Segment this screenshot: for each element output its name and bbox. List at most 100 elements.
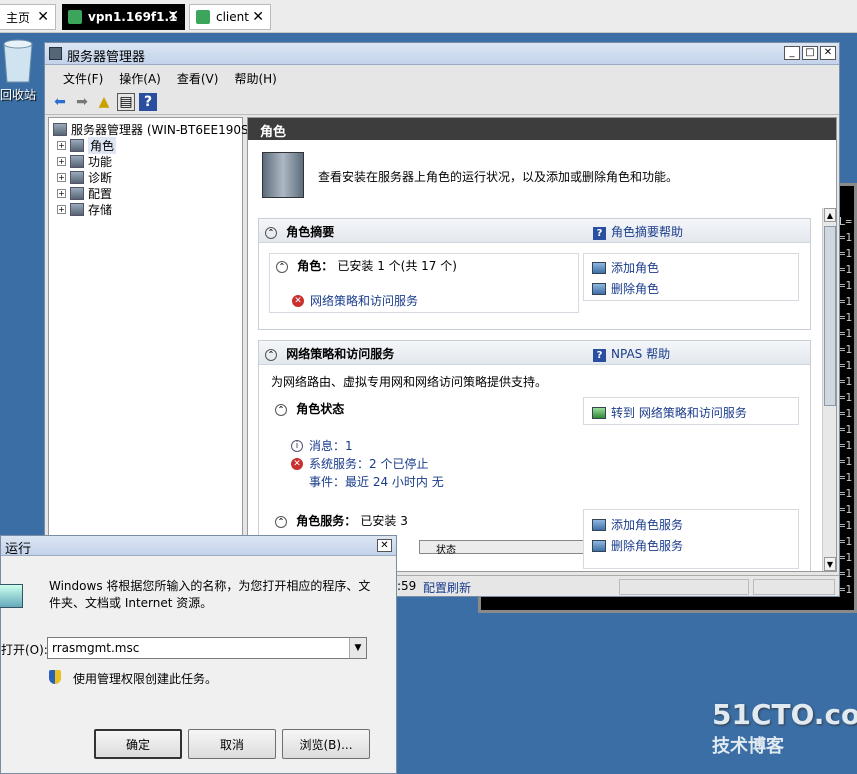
console-line: =1 (838, 263, 852, 276)
tab-client[interactable]: client ✕ (189, 4, 271, 30)
goto-nps-action[interactable]: 转到 网络策略和访问服务 (592, 404, 747, 421)
role-nps[interactable]: ✕ 网络策略和访问服务 (292, 292, 418, 309)
remove-role-service-link[interactable]: 删除角色服务 (611, 537, 683, 554)
tree-item-roles[interactable]: + 角色 (57, 136, 117, 154)
expand-icon[interactable]: + (57, 188, 66, 198)
collapse-icon[interactable]: ⌃ (265, 348, 277, 361)
tab-vpn1[interactable]: vpn1.169f1.1 ✕ (62, 4, 185, 30)
add-role-link[interactable]: 添加角色 (611, 259, 659, 276)
help-icon[interactable]: ? (139, 92, 157, 111)
events-label[interactable]: 事件： (309, 473, 345, 490)
up-folder-icon[interactable]: ▲ (95, 93, 113, 111)
npas-help-link[interactable]: ? NPAS 帮助 (593, 345, 670, 362)
menu-file[interactable]: 文件(F) (55, 67, 111, 89)
tree-item-label: 存储 (88, 202, 113, 217)
chevron-down-icon[interactable]: ▼ (349, 638, 366, 658)
run-title-bar: 运行 ✕ (1, 536, 396, 557)
forward-icon[interactable]: ➡ (73, 93, 91, 111)
collapse-icon[interactable]: ⌃ (276, 260, 288, 273)
server-manager-icon (49, 47, 62, 60)
collapse-icon[interactable]: ⌃ (275, 515, 287, 528)
run-title: 运行 (5, 542, 32, 557)
goto-icon (592, 406, 606, 419)
console-line: =1 (838, 519, 852, 532)
remove-role-link[interactable]: 删除角色 (611, 280, 659, 297)
remove-role-service-icon (592, 539, 606, 552)
messages-item[interactable]: i 消息： 1 (291, 437, 353, 454)
collapse-icon[interactable]: ⌃ (265, 226, 277, 239)
vertical-scrollbar[interactable]: ▲ ▼ (822, 208, 836, 571)
console-line: =1 (838, 583, 852, 596)
add-role-service-icon (592, 518, 606, 531)
add-role-action[interactable]: 添加角色 (592, 259, 659, 276)
features-icon (70, 154, 84, 168)
tab-label: 主页 (6, 10, 31, 25)
browse-button[interactable]: 浏览(B)... (282, 729, 370, 759)
show-tree-icon[interactable]: ▤ (117, 92, 135, 111)
close-icon[interactable]: ✕ (37, 9, 49, 25)
console-line: =1 (838, 311, 852, 324)
server-roles-icon (262, 152, 304, 198)
console-line: =1 (838, 343, 852, 356)
roles-icon (70, 138, 84, 152)
expand-icon[interactable]: + (57, 140, 66, 150)
remove-role-icon (592, 282, 606, 295)
roles-summary-help-link[interactable]: ? 角色摘要帮助 (593, 223, 683, 240)
close-button[interactable]: ✕ (377, 539, 392, 552)
run-command-input[interactable] (47, 637, 367, 659)
role-nps-link[interactable]: 网络策略和访问服务 (310, 292, 418, 309)
close-icon[interactable]: ✕ (252, 9, 264, 25)
server-icon (53, 122, 67, 136)
role-status-title: 角色状态 (296, 402, 345, 416)
tree-item-configuration[interactable]: + 配置 (57, 185, 112, 201)
scroll-up-icon[interactable]: ▲ (824, 208, 836, 222)
recycle-bin-label: 回收站 (0, 88, 37, 102)
console-line: =1 (838, 359, 852, 372)
configure-refresh-link[interactable]: 配置刷新 (423, 579, 471, 596)
menu-view[interactable]: 查看(V) (169, 67, 227, 89)
tree-item-features[interactable]: + 功能 (57, 153, 112, 169)
events-item[interactable]: 事件： 最近 24 小时内 无 (309, 473, 444, 490)
server-manager-window: 服务器管理器 _ □ ✕ 文件(F) 操作(A) 查看(V) 帮助(H) ⬅ ➡… (44, 42, 840, 597)
menu-action[interactable]: 操作(A) (111, 67, 169, 89)
goto-nps-link[interactable]: 转到 网络策略和访问服务 (611, 404, 747, 421)
pane-header: 角色 (248, 118, 836, 140)
help-link-label: 角色摘要帮助 (611, 225, 684, 239)
status-cell (619, 579, 749, 595)
expand-icon[interactable]: + (57, 156, 66, 166)
menu-help[interactable]: 帮助(H) (226, 67, 284, 89)
close-icon[interactable]: ✕ (167, 8, 179, 24)
goto-nps-box: 转到 网络策略和访问服务 (583, 397, 799, 425)
add-role-service-link[interactable]: 添加角色服务 (611, 516, 683, 533)
ok-button[interactable]: 确定 (94, 729, 182, 759)
remove-role-action[interactable]: 删除角色 (592, 280, 659, 297)
scroll-down-icon[interactable]: ▼ (824, 557, 836, 571)
nps-description: 为网络路由、虚拟专用网和网络访问策略提供支持。 (271, 375, 548, 389)
maximize-button[interactable]: □ (802, 46, 818, 60)
cancel-button[interactable]: 取消 (188, 729, 276, 759)
system-services-item[interactable]: ✕ 系统服务： 2 个已停止 (291, 455, 428, 472)
remove-role-service-action[interactable]: 删除角色服务 (592, 537, 683, 554)
expand-icon[interactable]: + (57, 172, 66, 182)
console-line: =1 (838, 567, 852, 580)
tree-root[interactable]: 服务器管理器 (WIN-BT6EE190SD (53, 121, 258, 137)
run-message: Windows 将根据您所输入的名称，为您打开相应的程序、文件夹、文档或 Int… (49, 579, 371, 610)
messages-label[interactable]: 消息： (309, 437, 345, 454)
tab-home[interactable]: 主页 ✕ (0, 4, 56, 30)
scroll-thumb[interactable] (824, 226, 836, 406)
close-button[interactable]: ✕ (820, 46, 836, 60)
role-services-actions: 添加角色服务 删除角色服务 (583, 509, 799, 569)
back-icon[interactable]: ⬅ (51, 93, 69, 111)
console-line: =1 (838, 327, 852, 340)
role-status-box: ⌃ 角色状态 i 消息： 1 ✕ 系统服务： 2 个已停止 事件： 最近 24 … (269, 397, 579, 495)
add-role-service-action[interactable]: 添加角色服务 (592, 516, 683, 533)
expand-icon[interactable]: + (57, 204, 66, 214)
console-line: =1 (838, 439, 852, 452)
collapse-icon[interactable]: ⌃ (275, 403, 287, 416)
tree-item-storage[interactable]: + 存储 (57, 201, 112, 217)
tree-item-diagnostics[interactable]: + 诊断 (57, 169, 112, 185)
status-cell (753, 579, 835, 595)
system-services-label[interactable]: 系统服务： (309, 455, 369, 472)
status-column-header[interactable]: 状态 (419, 540, 585, 556)
minimize-button[interactable]: _ (784, 46, 800, 60)
